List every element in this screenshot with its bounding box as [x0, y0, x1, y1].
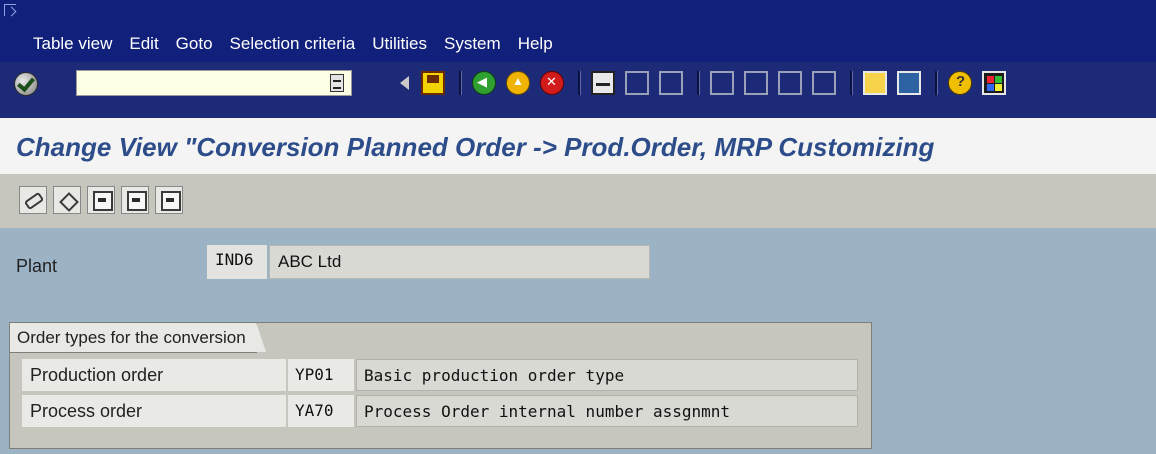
production-order-type-description: Basic production order type — [356, 359, 858, 391]
find-next-icon[interactable] — [659, 71, 683, 95]
ok-check-icon[interactable] — [14, 72, 38, 96]
toolbar-separator — [459, 71, 462, 95]
display-change-button[interactable] — [19, 186, 47, 214]
toolbar-separator — [850, 71, 853, 95]
toolbar-separator — [697, 71, 700, 95]
order-types-groupbox: Order types for the conversion Productio… — [9, 322, 872, 449]
previous-entry-icon — [93, 191, 113, 211]
variable-list-icon — [161, 191, 181, 211]
production-order-label: Production order — [22, 359, 286, 391]
back-green-icon[interactable] — [472, 71, 496, 95]
display-change-icon — [23, 191, 45, 211]
menu-items: Table view Edit Goto Selection criteria … — [33, 34, 570, 54]
process-order-label: Process order — [22, 395, 286, 427]
command-history-icon[interactable] — [330, 74, 344, 92]
groupbox-title: Order types for the conversion — [10, 322, 266, 353]
table-row: Process order YA70 Process Order interna… — [22, 395, 858, 427]
plant-label: Plant — [16, 256, 58, 276]
next-entry-button[interactable] — [121, 186, 149, 214]
exit-yellow-icon[interactable] — [506, 71, 530, 95]
next-page-icon[interactable] — [778, 71, 802, 95]
layout-menu-icon[interactable] — [982, 71, 1006, 95]
toolbar-icons — [400, 71, 1016, 95]
command-field[interactable] — [76, 70, 352, 96]
print-icon[interactable] — [591, 71, 615, 95]
page-title: Change View "Conversion Planned Order ->… — [16, 132, 935, 162]
menu-system[interactable]: System — [444, 34, 501, 54]
plant-code-field: IND6 — [207, 245, 267, 279]
help-icon[interactable] — [948, 71, 972, 95]
menu-goto[interactable]: Goto — [176, 34, 213, 54]
first-page-icon[interactable] — [710, 71, 734, 95]
variable-list-button[interactable] — [155, 186, 183, 214]
menu-help[interactable]: Help — [518, 34, 553, 54]
create-session-icon[interactable] — [863, 71, 887, 95]
menu-edit[interactable]: Edit — [129, 34, 158, 54]
table-row: Production order YP01 Basic production o… — [22, 359, 858, 391]
next-entry-icon — [127, 191, 147, 211]
standard-toolbar — [0, 62, 1156, 118]
save-icon[interactable] — [421, 71, 445, 95]
command-input[interactable] — [77, 71, 325, 93]
production-order-type-field[interactable]: YP01 — [288, 359, 354, 391]
menu-selection-criteria[interactable]: Selection criteria — [230, 34, 356, 54]
menu-bar: Table view Edit Goto Selection criteria … — [0, 0, 1156, 62]
last-page-icon[interactable] — [812, 71, 836, 95]
find-icon[interactable] — [625, 71, 649, 95]
application-toolbar-icons — [19, 186, 189, 214]
toolbar-separator — [578, 71, 581, 95]
previous-page-icon[interactable] — [744, 71, 768, 95]
cancel-red-icon[interactable] — [540, 71, 564, 95]
menu-utilities[interactable]: Utilities — [372, 34, 427, 54]
back-triangle-icon[interactable] — [400, 76, 409, 90]
system-menu-icon[interactable] — [4, 4, 16, 16]
menu-table-view[interactable]: Table view — [33, 34, 112, 54]
process-order-type-field[interactable]: YA70 — [288, 395, 354, 427]
undo-button[interactable] — [53, 186, 81, 214]
undo-icon — [59, 192, 79, 212]
create-shortcut-icon[interactable] — [897, 71, 921, 95]
plant-name-field: ABC Ltd — [269, 245, 650, 279]
toolbar-separator — [935, 71, 938, 95]
previous-entry-button[interactable] — [87, 186, 115, 214]
process-order-type-description: Process Order internal number assgnmnt — [356, 395, 858, 427]
